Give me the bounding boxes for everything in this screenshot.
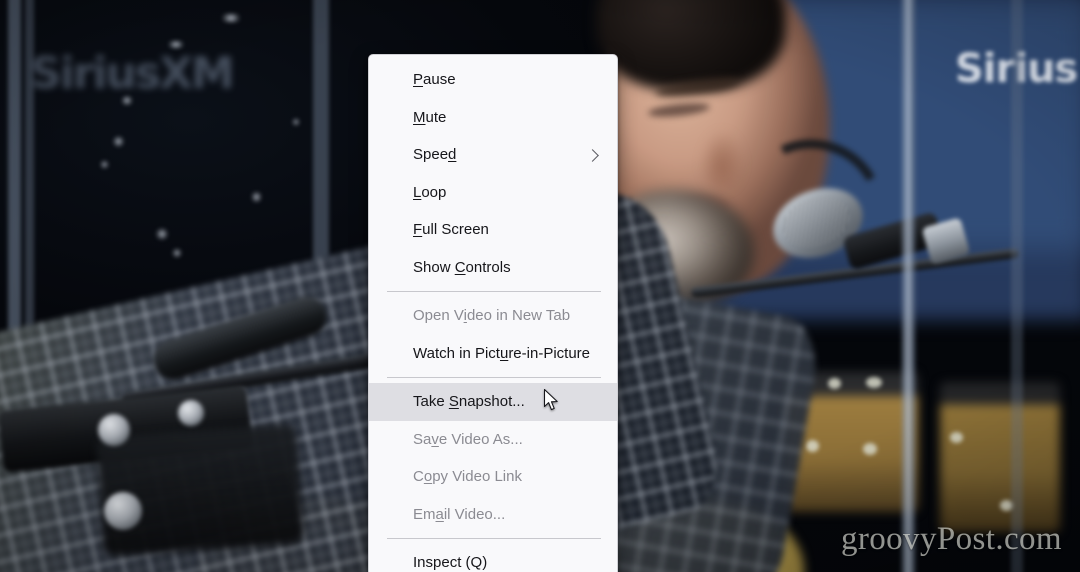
menu-item-label: Inspect (Q) [413,554,488,572]
singer-nose [700,130,744,190]
clamp-knob [98,414,130,446]
menu-item-email-video: Email Video... [369,496,617,534]
menu-item-take-snapshot[interactable]: Take Snapshot... [369,383,617,421]
menu-separator [387,377,601,378]
menu-item-label: Speed [413,146,457,164]
menu-item-show-controls[interactable]: Show Controls [369,249,617,287]
menu-item-mute[interactable]: Mute [369,99,617,137]
menu-item-label: Loop [413,183,447,201]
menu-item-label: Open Video in New Tab [413,307,571,325]
studio-pole [1011,0,1023,572]
bokeh-spark [165,41,187,48]
menu-separator [387,291,601,292]
menu-item-label: Full Screen [413,221,489,239]
clamp-knob [178,400,204,426]
wall-logo-left: SiriusXM [30,48,235,99]
menu-separator [387,538,601,539]
menu-item-save-video-as: Save Video As... [369,421,617,459]
bokeh-spark [100,160,109,169]
menu-item-speed[interactable]: Speed [369,136,617,174]
menu-item-label: Email Video... [413,505,506,523]
menu-item-label: Save Video As... [413,430,523,448]
bokeh-spark [252,190,261,204]
bokeh-spark [155,228,169,240]
menu-item-inspect[interactable]: Inspect (Q) [369,544,617,572]
menu-item-label: Watch in Picture-in-Picture [413,344,590,362]
bokeh-spark [120,96,134,105]
site-watermark: groovyPost.com [840,521,1062,557]
bokeh-spark [292,118,300,126]
bokeh-spark [218,14,244,22]
menu-item-pause[interactable]: Pause [369,61,617,99]
menu-item-label: Copy Video Link [413,468,522,486]
video-context-menu[interactable]: Pause Mute Speed Loop Full Screen Show Contro… [368,54,618,572]
drum-lug [950,432,963,443]
menu-item-watch-pip[interactable]: Watch in Picture-in-Picture [369,335,617,373]
menu-item-copy-video-link: Copy Video Link [369,458,617,496]
menu-item-label: Pause [413,71,456,89]
menu-item-full-screen[interactable]: Full Screen [369,211,617,249]
menu-item-label: Show Controls [413,258,511,276]
menu-item-label: Take Snapshot... [413,393,525,411]
drum-lug [828,378,841,389]
bokeh-spark [172,248,182,258]
drum-lug [806,440,819,452]
studio-pole [900,0,917,572]
clamp-knob [104,492,142,530]
menu-item-open-video-new-tab: Open Video in New Tab [369,297,617,335]
singer-hair [596,0,786,90]
screenshot-root: SiriusXM Sirius groovyPost.com Pause Mut… [0,0,1080,572]
drum-lug [866,377,882,388]
drum [940,382,1060,532]
chevron-right-icon [586,148,599,162]
drum-lug [863,443,877,455]
mic-stand-bracket [96,423,304,557]
menu-item-loop[interactable]: Loop [369,174,617,212]
menu-item-label: Mute [413,108,447,126]
bokeh-spark [113,135,124,148]
